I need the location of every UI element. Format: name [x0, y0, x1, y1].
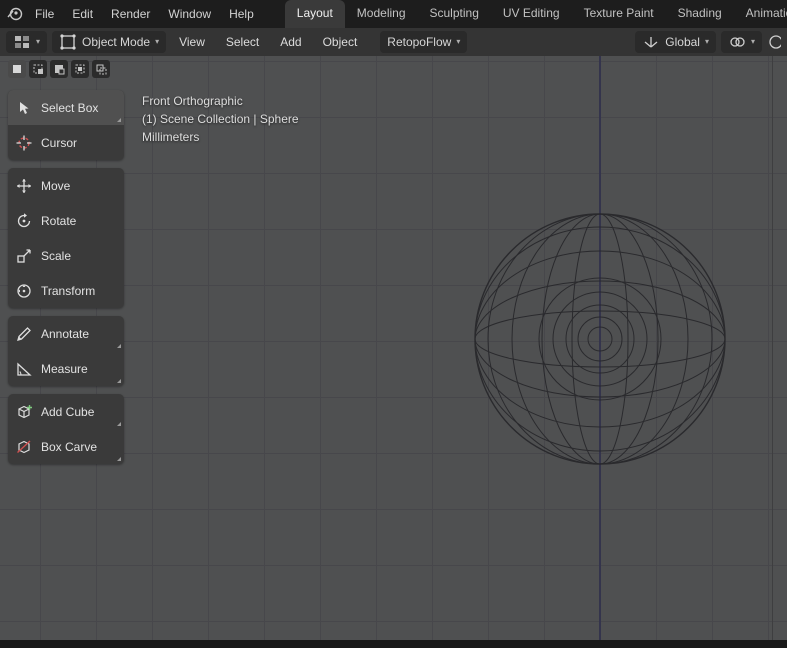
add-cube-icon: [18, 404, 32, 418]
box-carve-icon: [17, 439, 31, 453]
measure-icon: [17, 362, 32, 376]
editor-type-dropdown[interactable]: ▾: [6, 31, 48, 53]
subtool-indicator: [117, 118, 121, 122]
blender-window: File Edit Render Window Help Layout Mode…: [0, 0, 787, 648]
orientation-axes-icon: [644, 37, 658, 48]
menu-edit[interactable]: Edit: [63, 0, 102, 28]
transform-orientation-dropdown[interactable]: Global ▾: [635, 31, 716, 53]
menu-select[interactable]: Select: [218, 31, 267, 53]
annotate-pencil-icon: [17, 326, 31, 341]
chevron-down-icon: ▾: [36, 37, 41, 46]
mode-label: Object Mode: [82, 35, 151, 49]
tool-measure[interactable]: Measure: [8, 351, 124, 386]
snap-icon: [730, 37, 745, 47]
chevron-down-icon: ▾: [155, 37, 160, 46]
tab-layout[interactable]: Layout: [284, 0, 345, 28]
scale-icon: [17, 248, 31, 263]
tab-animation[interactable]: Animation: [734, 0, 787, 28]
snapping-dropdown[interactable]: ▾: [720, 31, 762, 53]
blender-logo-icon[interactable]: [6, 4, 24, 24]
tool-rotate[interactable]: Rotate: [8, 203, 124, 238]
tab-shading[interactable]: Shading: [666, 0, 734, 28]
active-object-label: (1) Scene Collection | Sphere: [142, 112, 299, 126]
menu-object[interactable]: Object: [315, 31, 366, 53]
viewport-overlay-text: Front Orthographic (1) Scene Collection …: [142, 92, 299, 146]
move-icon: [17, 178, 31, 193]
tool-move[interactable]: Move: [8, 168, 124, 203]
tool-annotate[interactable]: Annotate: [8, 316, 124, 351]
select-mode-set-icon[interactable]: [8, 60, 26, 78]
chevron-down-icon: ▾: [456, 37, 461, 46]
object-mode-icon: [60, 34, 76, 50]
select-mode-intersect-icon[interactable]: [92, 60, 110, 78]
tab-modeling[interactable]: Modeling: [345, 0, 418, 28]
tool-select-box[interactable]: Select Box: [8, 90, 124, 125]
select-mode-subtract-icon[interactable]: [50, 60, 68, 78]
menu-view[interactable]: View: [171, 31, 213, 53]
transform-icon: [17, 283, 31, 298]
tool-scale[interactable]: Scale: [8, 238, 124, 273]
units-label: Millimeters: [142, 130, 200, 144]
select-box-icon: [20, 101, 29, 114]
view-name-label: Front Orthographic: [142, 94, 243, 108]
select-mode-invert-icon[interactable]: [71, 60, 89, 78]
menu-add[interactable]: Add: [272, 31, 309, 53]
select-mode-row: [8, 60, 110, 78]
tab-texture-paint[interactable]: Texture Paint: [572, 0, 666, 28]
tab-sculpting[interactable]: Sculpting: [418, 0, 491, 28]
subtool-indicator: [117, 422, 121, 426]
workspace-tabs: Layout Modeling Sculpting UV Editing Tex…: [284, 0, 787, 28]
viewport-header: ▾ Object Mode ▾ View Select Add Object R…: [0, 28, 787, 56]
tool-box-carve[interactable]: Box Carve: [8, 429, 124, 464]
retopoflow-label: RetopoFlow: [387, 35, 452, 49]
subtool-indicator: [117, 457, 121, 461]
select-mode-extend-icon[interactable]: [29, 60, 47, 78]
chevron-down-icon: ▾: [750, 37, 755, 46]
3d-viewport[interactable]: Front Orthographic (1) Scene Collection …: [0, 56, 787, 640]
menu-window[interactable]: Window: [159, 0, 220, 28]
menu-help[interactable]: Help: [220, 0, 263, 28]
cursor-icon: [16, 135, 32, 150]
rotate-icon: [17, 212, 31, 227]
tool-cursor[interactable]: Cursor: [8, 125, 124, 160]
retopoflow-dropdown[interactable]: RetopoFlow ▾: [380, 31, 468, 53]
orientation-label: Global: [665, 35, 700, 49]
region-divider: [772, 56, 773, 640]
tool-add-cube[interactable]: Add Cube: [8, 394, 124, 429]
status-bar: [0, 640, 787, 648]
menu-file[interactable]: File: [26, 0, 63, 28]
top-menu-bar: File Edit Render Window Help Layout Mode…: [0, 0, 787, 28]
menu-render[interactable]: Render: [102, 0, 159, 28]
subtool-indicator: [117, 379, 121, 383]
mode-dropdown[interactable]: Object Mode ▾: [52, 31, 167, 53]
chevron-down-icon: ▾: [704, 37, 709, 46]
subtool-indicator: [117, 344, 121, 348]
tab-uv-editing[interactable]: UV Editing: [491, 0, 572, 28]
sphere-wireframe[interactable]: [474, 213, 726, 465]
tool-shelf: Select Box Cursor Move Rotate Scale Tran…: [8, 90, 124, 472]
tool-transform[interactable]: Transform: [8, 273, 124, 308]
proportional-editing-icon[interactable]: [767, 33, 781, 51]
